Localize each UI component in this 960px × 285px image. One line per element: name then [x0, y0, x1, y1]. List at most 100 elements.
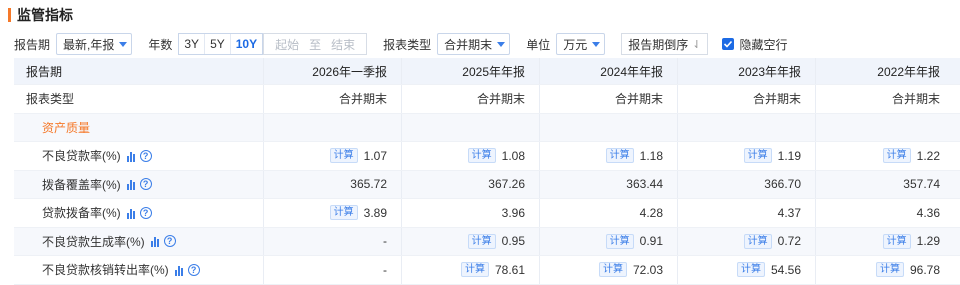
report-type-row: 报表类型 合并期末 合并期末 合并期末 合并期末 合并期末 [14, 85, 960, 114]
indicator-label-cell: 不良贷款率(%)? [14, 142, 264, 170]
years-option-5y[interactable]: 5Y [205, 34, 231, 54]
calc-badge[interactable]: 计算 [329, 205, 358, 221]
indicator-value: 366.70 [764, 177, 801, 192]
help-icon[interactable]: ? [139, 206, 152, 219]
date-separator: 至 [309, 37, 322, 52]
calc-badge[interactable]: 计算 [598, 262, 627, 278]
value-cell: 计算 96.78 [816, 256, 954, 284]
empty-cell [264, 113, 402, 141]
sort-period-button[interactable]: 报告期倒序 ⇃ [621, 33, 709, 55]
years-label: 年数 [148, 37, 173, 52]
calc-badge[interactable]: 计算 [736, 262, 765, 278]
date-start-field[interactable]: 起始 [275, 36, 299, 53]
calc-badge[interactable]: 计算 [743, 233, 772, 249]
report-type-cell: 合并期末 [402, 85, 540, 113]
title-accent-bar [8, 8, 11, 22]
indicator-value: 78.61 [494, 262, 525, 277]
indicator-label-cell: 不良贷款核销转出率(%)? [14, 256, 264, 284]
indicator-value: 367.26 [488, 177, 525, 192]
help-icon[interactable]: ? [187, 263, 200, 276]
calc-badge[interactable]: 计算 [605, 233, 634, 249]
bar-chart-icon[interactable] [174, 264, 183, 276]
indicator-value: 1.18 [639, 148, 663, 163]
indicators-table: 报告期 2026年一季报 2025年年报 2024年年报 2023年年报 202… [14, 58, 960, 285]
period-column-header[interactable]: 2024年年报 [540, 58, 678, 84]
date-end-field[interactable]: 结束 [331, 36, 355, 53]
indicator-value: 3.96 [501, 205, 525, 220]
calc-badge[interactable]: 计算 [605, 148, 634, 164]
calc-badge[interactable]: 计算 [875, 262, 904, 278]
indicator-value: 0.95 [501, 234, 525, 249]
indicator-label-cell: 拨备覆盖率(%)? [14, 170, 264, 198]
indicator-value: 1.19 [777, 148, 801, 163]
date-range-input[interactable]: 起始 至 结束 [263, 33, 368, 55]
value-cell: 计算 3.89 [264, 199, 402, 227]
help-icon[interactable]: ? [139, 149, 152, 162]
value-cell: 3.96 [402, 199, 540, 227]
sort-arrow-icon: ⇃ [692, 38, 702, 51]
unit-label: 单位 [526, 37, 551, 52]
value-cell: 计算 1.18 [540, 142, 678, 170]
empty-cell [816, 114, 954, 142]
period-header-cell: 报告期 [14, 58, 264, 84]
table-row: 贷款拨备率(%)? 计算 3.89 3.96 4.28 4.37 4.36 [14, 199, 960, 228]
sort-period-label: 报告期倒序 [628, 37, 689, 52]
table-row: 不良贷款率(%)? 计算 1.07 计算 1.08 计算 1.18 计算 1.19 计算 1.22 [14, 142, 960, 171]
value-cell: 计算 0.72 [678, 227, 816, 255]
indicator-value: 363.44 [626, 177, 663, 192]
empty-cell [540, 113, 678, 141]
calc-badge[interactable]: 计算 [743, 148, 772, 164]
indicator-label-cell: 不良贷款生成率(%)? [14, 227, 264, 255]
value-cell: 4.28 [540, 199, 678, 227]
calc-badge[interactable]: 计算 [460, 262, 489, 278]
calc-badge[interactable]: 计算 [329, 148, 358, 164]
period-column-header[interactable]: 2025年年报 [402, 58, 540, 84]
calc-badge[interactable]: 计算 [467, 233, 496, 249]
bar-chart-icon[interactable] [150, 235, 159, 248]
indicator-value: 0.72 [777, 234, 801, 249]
indicator-name: 拨备覆盖率(%) [42, 177, 121, 192]
calc-badge[interactable]: 计算 [467, 148, 496, 164]
report-period-value: 最新,年报 [63, 37, 115, 52]
bar-chart-icon[interactable] [126, 178, 135, 191]
empty-cell [402, 113, 540, 141]
hide-empty-label: 隐藏空行 [739, 37, 788, 52]
report-period-select[interactable]: 最新,年报 [56, 33, 133, 55]
empty-cell [678, 113, 816, 141]
period-column-header[interactable]: 2026年一季报 [264, 58, 402, 84]
indicator-label-cell: 贷款拨备率(%)? [14, 199, 264, 227]
bar-chart-icon[interactable] [126, 207, 135, 219]
indicator-value: 1.22 [916, 148, 940, 163]
indicator-value: 4.37 [777, 205, 801, 220]
page-title: 监管指标 [17, 7, 73, 23]
indicator-value: 1.29 [916, 234, 940, 249]
indicator-value: 1.07 [363, 148, 387, 163]
indicator-value: 3.89 [363, 205, 387, 220]
years-toggle-group: 3Y 5Y 10Y [178, 33, 264, 55]
bar-chart-icon[interactable] [126, 150, 135, 162]
period-column-header[interactable]: 2022年年报 [816, 58, 954, 84]
caret-down-icon [592, 41, 601, 47]
help-icon[interactable]: ? [139, 178, 152, 191]
value-cell: 357.74 [816, 171, 954, 199]
indicator-value: 1.08 [501, 148, 525, 163]
years-option-3y[interactable]: 3Y [179, 34, 206, 54]
years-option-10y[interactable]: 10Y [231, 34, 262, 54]
help-icon[interactable]: ? [163, 235, 176, 248]
report-type-label: 报表类型 [383, 37, 432, 52]
indicator-value: 4.36 [916, 205, 940, 220]
indicator-value: - [383, 234, 387, 249]
value-cell: 计算 1.22 [816, 142, 954, 170]
report-type-header-cell: 报表类型 [14, 85, 264, 113]
period-column-header[interactable]: 2023年年报 [678, 58, 816, 84]
report-period-label: 报告期 [14, 37, 51, 52]
unit-select[interactable]: 万元 [556, 33, 606, 55]
indicator-value: 357.74 [903, 177, 940, 192]
calc-badge[interactable]: 计算 [882, 233, 911, 249]
value-cell: 计算 78.61 [402, 256, 540, 284]
hide-empty-checkbox[interactable] [722, 38, 735, 50]
report-type-select[interactable]: 合并期末 [437, 33, 511, 55]
calc-badge[interactable]: 计算 [882, 148, 911, 164]
value-cell: 计算 1.29 [816, 228, 954, 256]
value-cell: 计算 54.56 [678, 256, 816, 284]
